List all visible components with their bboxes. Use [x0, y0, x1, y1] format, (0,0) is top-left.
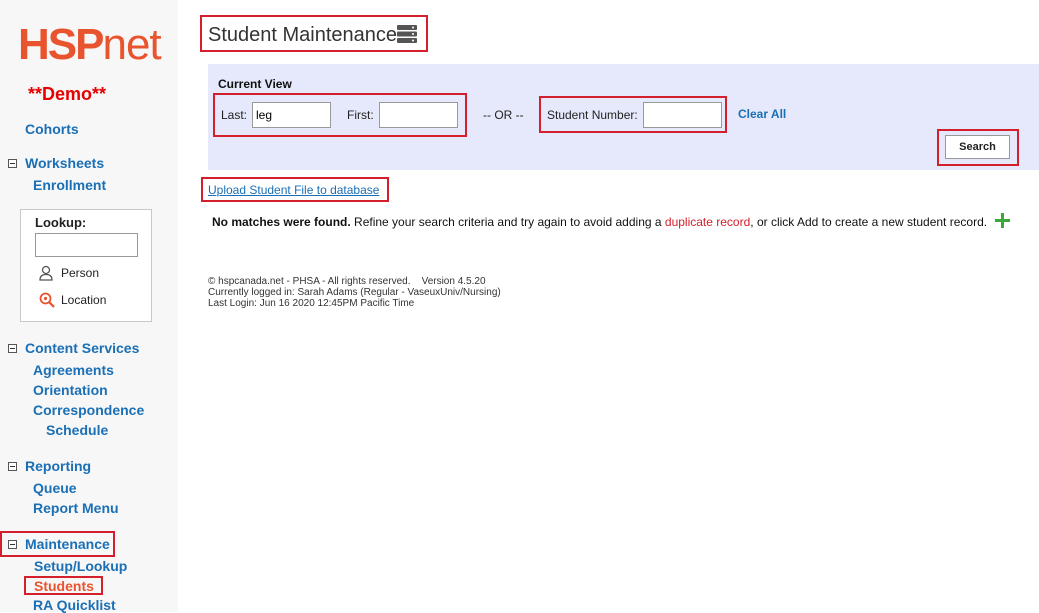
- lookup-label: Lookup:: [35, 215, 87, 230]
- or-label: -- OR --: [483, 108, 524, 122]
- sidebar-section-content-services[interactable]: Content Services: [8, 340, 139, 356]
- section-label: Maintenance: [25, 536, 110, 552]
- sidebar-section-worksheets[interactable]: Worksheets: [8, 155, 104, 171]
- section-label: Worksheets: [25, 155, 105, 171]
- lookup-input[interactable]: [35, 233, 138, 257]
- person-label: Person: [61, 266, 100, 280]
- message-text-1: Refine your search criteria and try agai…: [350, 215, 665, 229]
- lookup-location-option[interactable]: Location: [39, 292, 106, 308]
- database-icon[interactable]: [397, 25, 417, 43]
- sidebar-item-schedule[interactable]: Schedule: [46, 422, 108, 438]
- logo-net-text: net: [102, 20, 161, 69]
- location-label: Location: [61, 293, 107, 307]
- sidebar-item-ra-quicklist[interactable]: RA Quicklist: [33, 597, 116, 613]
- sidebar-item-enrollment[interactable]: Enrollment: [33, 177, 106, 193]
- first-name-input[interactable]: [379, 102, 458, 128]
- message-text-2: , or click Add to create a new student r…: [750, 215, 988, 229]
- add-icon[interactable]: [995, 213, 1010, 228]
- sidebar-item-agreements[interactable]: Agreements: [33, 362, 114, 378]
- sidebar-item-setup-lookup[interactable]: Setup/Lookup: [34, 558, 127, 574]
- collapse-icon[interactable]: [8, 461, 17, 471]
- footer-last-login: Last Login: Jun 16 2020 12:45PM Pacific …: [208, 298, 415, 309]
- footer-copyright: © hspcanada.net - PHSA - All rights rese…: [208, 276, 486, 287]
- lookup-box: Lookup: Person Location: [20, 209, 152, 322]
- section-label: Reporting: [25, 458, 92, 474]
- footer-logged-in: Currently logged in: Sarah Adams (Regula…: [208, 287, 501, 298]
- page-title: Student Maintenance: [208, 24, 398, 46]
- sidebar-item-report-menu[interactable]: Report Menu: [33, 500, 119, 516]
- person-icon: [39, 265, 53, 281]
- search-button[interactable]: Search: [945, 135, 1010, 159]
- hspnet-logo[interactable]: HSPnet: [18, 20, 162, 69]
- clear-all-link[interactable]: Clear All: [738, 107, 786, 121]
- duplicate-record-link[interactable]: duplicate record: [665, 215, 750, 229]
- logo-hsp-text: HSP: [18, 20, 104, 69]
- collapse-icon[interactable]: [8, 343, 17, 353]
- student-number-label: Student Number:: [547, 108, 638, 122]
- student-number-input[interactable]: [643, 102, 722, 128]
- lookup-person-option[interactable]: Person: [39, 265, 99, 281]
- no-matches-message: No matches were found. Refine your searc…: [212, 215, 987, 229]
- current-view-label: Current View: [218, 77, 292, 91]
- sidebar-item-correspondence[interactable]: Correspondence: [33, 402, 144, 418]
- sidebar-section-maintenance[interactable]: Maintenance: [8, 536, 110, 552]
- sidebar-item-orientation[interactable]: Orientation: [33, 382, 108, 398]
- demo-label: **Demo**: [28, 84, 107, 104]
- collapse-icon[interactable]: [8, 158, 17, 168]
- upload-student-file-link[interactable]: Upload Student File to database: [208, 183, 379, 197]
- sidebar-section-reporting[interactable]: Reporting: [8, 458, 91, 474]
- sidebar-item-students[interactable]: Students: [34, 578, 94, 594]
- last-name-label: Last:: [221, 108, 248, 122]
- sidebar-item-queue[interactable]: Queue: [33, 480, 77, 496]
- message-bold: No matches were found.: [212, 215, 351, 229]
- location-search-icon: [39, 292, 55, 308]
- current-view-panel: Current View Last: First: -- OR -- Stude…: [208, 64, 1039, 170]
- sidebar: HSPnet **Demo** Cohorts Worksheets Enrol…: [0, 0, 178, 613]
- collapse-icon[interactable]: [8, 539, 17, 549]
- footer: © hspcanada.net - PHSA - All rights rese…: [208, 276, 501, 309]
- section-label: Content Services: [25, 340, 140, 356]
- sidebar-item-cohorts[interactable]: Cohorts: [25, 121, 79, 137]
- first-name-label: First:: [347, 108, 374, 122]
- last-name-input[interactable]: [252, 102, 331, 128]
